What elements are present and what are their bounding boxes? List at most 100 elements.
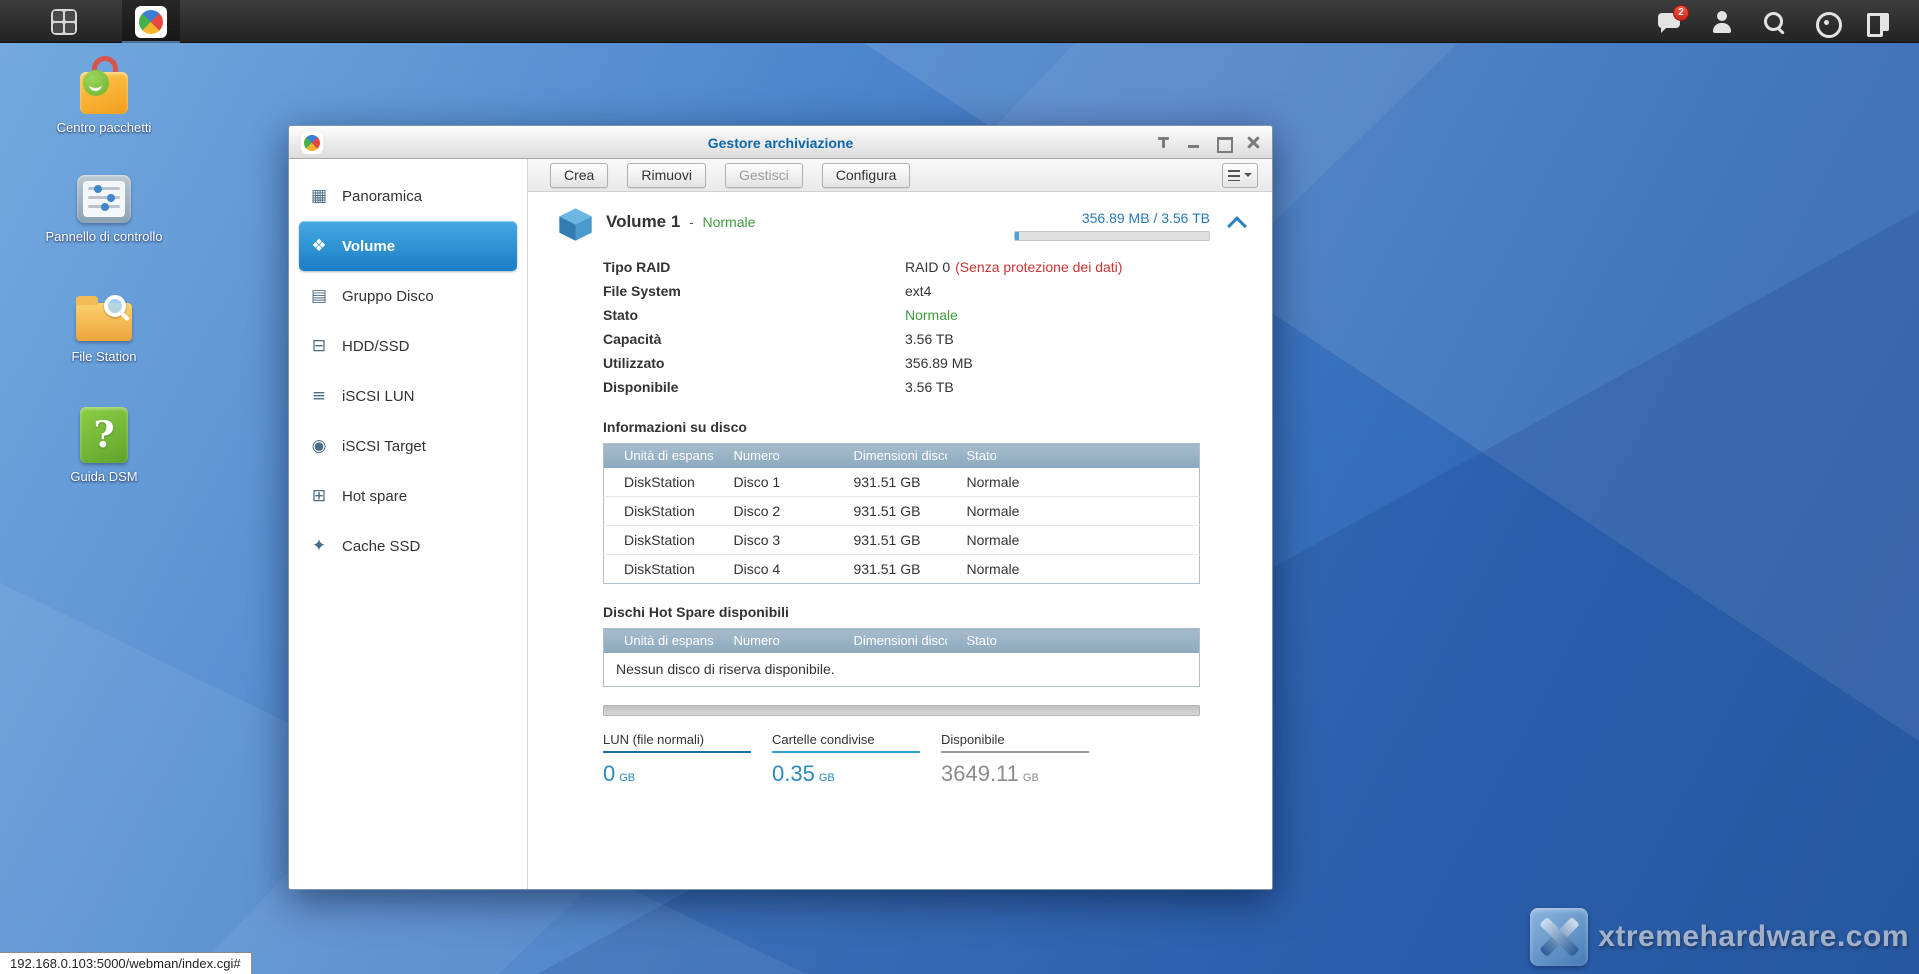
table-header-row: Unità di espansione Numero Dimensioni di… bbox=[604, 629, 1200, 653]
configure-button[interactable]: Configura bbox=[822, 163, 911, 188]
create-button[interactable]: Crea bbox=[550, 163, 608, 188]
stat-label: Disponibile bbox=[941, 732, 1089, 753]
manage-button[interactable]: Gestisci bbox=[725, 163, 803, 188]
table-row[interactable]: DiskStation Disco 1 931.51 GB Normale bbox=[604, 468, 1200, 497]
window-titlebar[interactable]: Gestore archiviazione bbox=[289, 126, 1272, 159]
detail-value: 356.89 MB bbox=[905, 355, 973, 371]
watermark: xtremehardware.com bbox=[1530, 908, 1909, 966]
sidebar-item-label: Cache SSD bbox=[342, 538, 420, 555]
detail-row: Utilizzato 356.89 MB bbox=[603, 351, 1252, 375]
stat-label: LUN (file normali) bbox=[603, 732, 751, 753]
notifications-badge: 2 bbox=[1673, 5, 1689, 21]
detail-value: Normale bbox=[905, 307, 958, 323]
sidebar-item-volume[interactable]: ❖ Volume bbox=[299, 221, 517, 271]
stat-unit: GB bbox=[619, 772, 635, 784]
volume-icon: ❖ bbox=[307, 236, 331, 256]
sidebar-item-label: Volume bbox=[342, 238, 395, 255]
pilot-view-button[interactable] bbox=[1813, 9, 1839, 35]
disk-group-icon: ▤ bbox=[307, 286, 331, 306]
package-center-icon bbox=[78, 56, 130, 114]
volume-details: Tipo RAID RAID 0 (Senza protezione dei d… bbox=[603, 255, 1252, 399]
stat-unit: GB bbox=[819, 772, 835, 784]
column-header: Unità di espansione bbox=[604, 444, 714, 468]
stat-value: 0.35 bbox=[772, 761, 815, 786]
table-row[interactable]: DiskStation Disco 2 931.51 GB Normale bbox=[604, 497, 1200, 526]
search-button[interactable] bbox=[1761, 9, 1787, 35]
column-header: Dimensioni disco bbox=[834, 629, 947, 653]
capacity-stats: LUN (file normali) 0GB Cartelle condivis… bbox=[603, 732, 1252, 787]
window-pin-button[interactable] bbox=[1155, 134, 1172, 151]
sidebar-item-cache-ssd[interactable]: ✦ Cache SSD bbox=[289, 521, 527, 571]
sidebar-item-label: iSCSI Target bbox=[342, 438, 426, 455]
stat-available: Disponibile 3649.11GB bbox=[941, 732, 1089, 787]
desktop-icon-file-station[interactable]: File Station bbox=[28, 291, 180, 365]
volume-content: Volume 1 - Normale 356.89 MB / 3.56 TB bbox=[528, 192, 1272, 889]
table-row-empty: Nessun disco di riserva disponibile. bbox=[604, 653, 1200, 687]
sidebar-item-iscsi-target[interactable]: ◉ iSCSI Target bbox=[289, 421, 527, 471]
volume-status: Normale bbox=[702, 214, 755, 230]
taskbar-app-storage-manager[interactable] bbox=[122, 0, 180, 43]
sidebar-item-label: iSCSI LUN bbox=[342, 388, 415, 405]
detail-value: ext4 bbox=[905, 283, 931, 299]
window-close-button[interactable] bbox=[1245, 134, 1262, 151]
main-menu-button[interactable] bbox=[42, 5, 86, 38]
detail-value: RAID 0 bbox=[905, 259, 950, 275]
column-header: Numero bbox=[714, 444, 834, 468]
sidebar-item-panoramica[interactable]: ▦ Panoramica bbox=[289, 171, 527, 221]
desktop-icon-dsm-help[interactable]: Guida DSM bbox=[28, 407, 180, 485]
column-header: Numero bbox=[714, 629, 834, 653]
sort-icon bbox=[1228, 170, 1240, 181]
collapse-button[interactable] bbox=[1226, 212, 1248, 234]
panoramica-icon: ▦ bbox=[307, 186, 331, 206]
sort-button[interactable] bbox=[1222, 163, 1258, 188]
detail-label: Utilizzato bbox=[603, 355, 905, 371]
remove-button[interactable]: Rimuovi bbox=[627, 163, 706, 188]
window-minimize-button[interactable] bbox=[1185, 134, 1202, 151]
column-header: Stato bbox=[947, 629, 1200, 653]
sidebar-item-label: Gruppo Disco bbox=[342, 288, 434, 305]
screen: 2 Centro pacchetti bbox=[0, 0, 1919, 974]
stat-lun: LUN (file normali) 0GB bbox=[603, 732, 751, 787]
storage-sidebar: ▦ Panoramica ❖ Volume ▤ Gruppo Disco ⊟ H… bbox=[289, 159, 528, 889]
table-row[interactable]: DiskStation Disco 3 931.51 GB Normale bbox=[604, 526, 1200, 555]
volume-dash: - bbox=[689, 214, 694, 230]
horizontal-scrollbar[interactable] bbox=[603, 705, 1200, 716]
empty-message: Nessun disco di riserva disponibile. bbox=[604, 653, 1200, 687]
detail-row: Disponibile 3.56 TB bbox=[603, 375, 1252, 399]
widgets-button[interactable] bbox=[1865, 9, 1891, 35]
storage-manager-app-icon bbox=[135, 6, 167, 38]
detail-value: 3.56 TB bbox=[905, 331, 954, 347]
dsm-help-icon bbox=[80, 407, 128, 463]
cache-ssd-icon: ✦ bbox=[307, 536, 331, 556]
status-url: 192.168.0.103:5000/webman/index.cgi# bbox=[0, 952, 252, 974]
disk-info-table: Unità di espansione Numero Dimensioni di… bbox=[603, 443, 1200, 584]
iscsi-target-icon: ◉ bbox=[307, 436, 331, 456]
user-menu-button[interactable] bbox=[1709, 9, 1735, 35]
detail-label: File System bbox=[603, 283, 905, 299]
sidebar-item-hdd-ssd[interactable]: ⊟ HDD/SSD bbox=[289, 321, 527, 371]
column-header: Unità di espansione bbox=[604, 629, 714, 653]
window-controls bbox=[1155, 126, 1262, 159]
sidebar-item-iscsi-lun[interactable]: ≡ iSCSI LUN bbox=[289, 371, 527, 421]
detail-label: Capacità bbox=[603, 331, 905, 347]
detail-row: Capacità 3.56 TB bbox=[603, 327, 1252, 351]
window-maximize-button[interactable] bbox=[1215, 134, 1232, 151]
notifications-button[interactable]: 2 bbox=[1657, 9, 1683, 35]
desktop-icon-package-center[interactable]: Centro pacchetti bbox=[28, 56, 180, 136]
volume-toolbar: Crea Rimuovi Gestisci Configura bbox=[528, 159, 1272, 192]
sidebar-item-label: Panoramica bbox=[342, 188, 422, 205]
taskbar-tray: 2 bbox=[1657, 0, 1891, 43]
desktop-icon-label: Centro pacchetti bbox=[28, 120, 180, 136]
detail-label: Tipo RAID bbox=[603, 259, 905, 275]
chevron-down-icon bbox=[1244, 173, 1252, 181]
stat-shared-folders: Cartelle condivise 0.35GB bbox=[772, 732, 920, 787]
detail-row: Stato Normale bbox=[603, 303, 1252, 327]
desktop-icon-control-panel[interactable]: Pannello di controllo bbox=[28, 175, 180, 245]
table-row[interactable]: DiskStation Disco 4 931.51 GB Normale bbox=[604, 555, 1200, 584]
watermark-text: xtremehardware.com bbox=[1598, 920, 1909, 954]
hot-spare-title: Dischi Hot Spare disponibili bbox=[603, 604, 1252, 620]
sidebar-item-hot-spare[interactable]: ⊞ Hot spare bbox=[289, 471, 527, 521]
sidebar-item-gruppo-disco[interactable]: ▤ Gruppo Disco bbox=[289, 271, 527, 321]
storage-manager-window: Gestore archiviazione ▦ Panoramica ❖ Vol… bbox=[288, 125, 1273, 890]
desktop-icon-label: File Station bbox=[28, 349, 180, 365]
